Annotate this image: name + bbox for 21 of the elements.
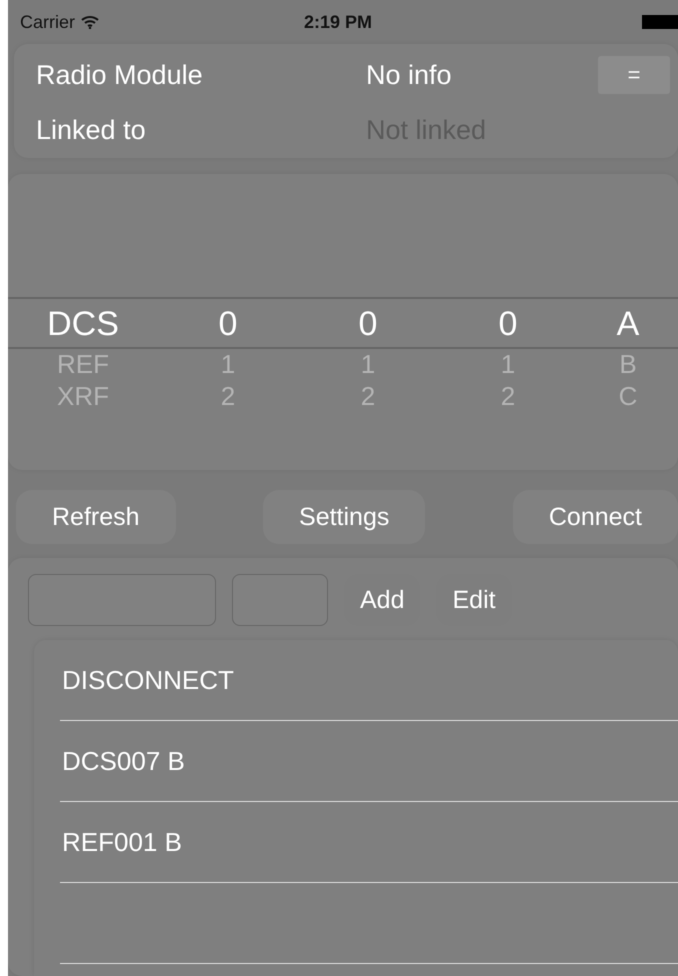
list-row[interactable]: REF001 B: [60, 802, 678, 883]
action-button[interactable]: Connect: [512, 490, 678, 544]
action-button[interactable]: Refresh: [16, 490, 176, 544]
carrier-label: Carrier: [20, 12, 100, 32]
action-button[interactable]: Settings: [263, 490, 426, 544]
list-row[interactable]: DISCONNECT: [60, 640, 678, 721]
battery-icon: [642, 15, 678, 29]
menu-button[interactable]: =: [598, 56, 670, 94]
wifi-icon: [81, 15, 100, 29]
picker-option[interactable]: 0: [498, 302, 518, 346]
module-field[interactable]: [232, 574, 328, 626]
info-label: Radio Module: [36, 60, 204, 91]
name-field[interactable]: [28, 574, 216, 626]
picker-option[interactable]: 0: [358, 302, 378, 346]
picker-option[interactable]: 0: [218, 302, 238, 346]
clock: 2:19 PM: [304, 12, 372, 32]
picker-option[interactable]: DCS: [47, 302, 119, 346]
list-row[interactable]: DCS007 B: [60, 721, 678, 802]
info-value: No info: [366, 60, 453, 91]
picker-option[interactable]: A: [616, 302, 640, 346]
info-label: Linked to: [36, 114, 147, 146]
